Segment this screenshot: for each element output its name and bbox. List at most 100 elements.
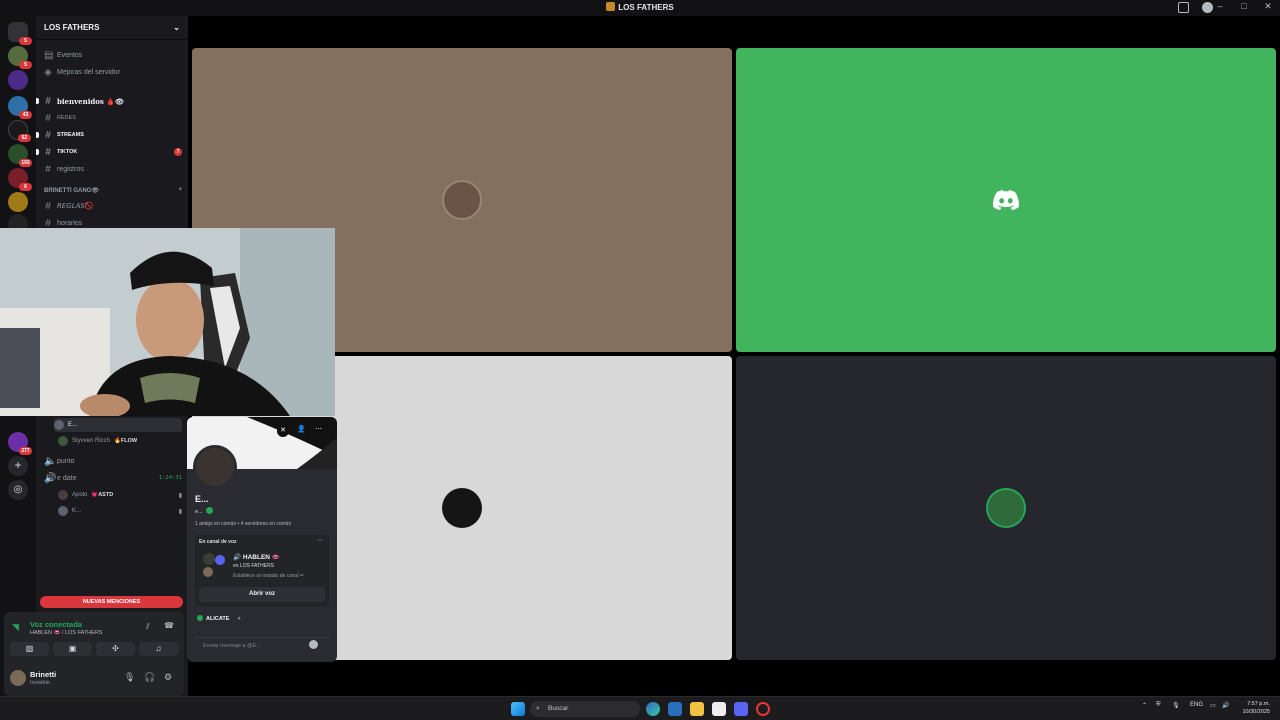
camera-icon: ▮ [178, 508, 182, 515]
add-server-icon[interactable]: + [8, 456, 28, 476]
activity-status[interactable]: ALICATE + [197, 615, 241, 622]
voice-member[interactable]: E... [54, 418, 182, 432]
avatar [442, 180, 482, 220]
network-icon[interactable]: ▭ [1210, 702, 1216, 709]
noise-suppression-icon[interactable]: ⫽ [146, 622, 150, 632]
voice-channel[interactable]: 🔈 punto [42, 454, 182, 468]
server-header[interactable]: LOS FATHERS ⌄ [36, 16, 188, 40]
hash-icon: # [45, 129, 51, 141]
more-icon[interactable]: ⋯ [317, 537, 323, 544]
discord-taskbar-icon[interactable] [734, 702, 748, 716]
disconnect-icon[interactable]: ☎ [164, 621, 174, 630]
voice-member[interactable]: K... ▮ [58, 504, 182, 518]
discord-logo-icon [993, 190, 1019, 210]
profile-display-name: E... [195, 494, 209, 504]
new-mentions-button[interactable]: NUEVAS MENCIONES [40, 596, 183, 608]
avatar[interactable] [10, 670, 26, 686]
close-icon[interactable]: ✕ [277, 425, 289, 437]
close-button[interactable]: ✕ [1262, 1, 1274, 12]
voice-card-label: En canal de voz [199, 539, 237, 545]
mutual-info[interactable]: 1 amigo en común • 4 servidores en común [195, 521, 291, 527]
server-icon[interactable] [8, 70, 28, 90]
soundboard-button[interactable]: ♫ [139, 642, 178, 656]
start-icon[interactable] [511, 702, 525, 716]
set-channel-status[interactable]: Establece un estado de canal ✏ [233, 573, 304, 579]
voice-channel[interactable]: 🔊 e date 1:24:31 [42, 471, 182, 485]
microphone-icon[interactable]: 🎙 [124, 672, 135, 683]
more-icon[interactable]: ⋯ [315, 425, 322, 433]
video-tile[interactable] [736, 356, 1276, 660]
minimize-button[interactable]: – [1214, 1, 1226, 12]
discover-icon[interactable]: ◎ [8, 480, 28, 500]
gear-icon[interactable]: ⚙ [164, 672, 172, 683]
speaker-icon: 🔊 [44, 472, 57, 484]
category-header[interactable]: BRINETTI GANG👁 + [44, 187, 182, 194]
voice-channel-name: 🔊 HABLEN 👄 [233, 554, 280, 561]
headphones-icon[interactable]: 🎧 [144, 672, 155, 683]
hash-icon: # [45, 112, 51, 124]
taskbar-search[interactable]: ⌕ Buscar [530, 701, 640, 717]
channel-item[interactable]: # 𝘙𝘌𝘎𝘓𝘈𝘚🚫 [42, 199, 182, 213]
add-icon[interactable]: + [237, 616, 240, 622]
voice-location[interactable]: HABLEN 👄 / LOS FATHERS [30, 630, 102, 636]
chevron-down-icon: ⌄ [173, 23, 180, 32]
video-tile[interactable] [736, 48, 1276, 352]
channel-item[interactable]: # bienvenidos 🩸👁 [36, 94, 182, 108]
signal-icon: ◥ [12, 622, 19, 632]
verified-icon [206, 507, 214, 514]
capcut-icon[interactable] [712, 702, 726, 716]
server-icon[interactable]: 5 [8, 46, 32, 69]
inbox-icon[interactable] [1178, 2, 1189, 13]
avatar [203, 567, 213, 577]
language-indicator[interactable]: ENG [1190, 702, 1203, 708]
emoji-icon[interactable] [309, 640, 318, 649]
unread-badge: 7 [174, 148, 182, 156]
server-icon[interactable]: 193 [8, 144, 32, 167]
open-voice-button[interactable]: Abrir voz [199, 587, 325, 602]
shield-icon[interactable]: ⛨ [1156, 702, 1161, 709]
add-channel-icon[interactable]: + [178, 187, 182, 194]
streamer-camera-feed [0, 228, 335, 416]
chevron-up-icon[interactable]: ⌃ [1142, 702, 1147, 709]
profile-username: e... [195, 507, 214, 515]
edge-icon[interactable] [646, 702, 660, 716]
microphone-icon[interactable]: 🎙 [1172, 702, 1180, 709]
channel-item[interactable]: # STREAMS [36, 128, 182, 142]
activities-button[interactable]: ✣ [96, 642, 135, 656]
discord-home-icon[interactable]: 5 [8, 22, 32, 45]
camera-off-button[interactable]: ▧ [10, 642, 49, 656]
voice-stage [188, 16, 1280, 696]
volume-icon[interactable]: 🔊 [1222, 702, 1229, 709]
voice-status[interactable]: Voz conectada [30, 620, 82, 629]
server-icon[interactable]: 62 [8, 120, 31, 142]
opera-gx-icon[interactable] [756, 702, 770, 716]
hash-icon: # [45, 163, 51, 175]
nav-server-boosts[interactable]: ◈ Mejoras del servidor [42, 65, 182, 79]
channel-item[interactable]: # TIKTOK 7 [36, 145, 182, 159]
user-panel[interactable]: Brinetti Invisible 🎙 🎧 ⚙ [4, 664, 184, 692]
window-title-bar: LOS FATHERS – □ ✕ [0, 0, 1280, 16]
window-title: LOS FATHERS [0, 2, 1280, 12]
help-icon[interactable] [1202, 2, 1213, 13]
server-icon[interactable]: 277 [8, 432, 32, 455]
maximize-button[interactable]: □ [1238, 1, 1250, 12]
server-icon[interactable] [8, 192, 28, 212]
hash-icon: # [45, 217, 51, 229]
voice-member[interactable]: Apolo 💗ASTD ▮ [58, 488, 182, 502]
server-icon [203, 553, 215, 565]
file-explorer-icon[interactable] [690, 702, 704, 716]
server-icon[interactable]: 6 [8, 168, 32, 191]
nav-events[interactable]: ▤ Eventos [42, 48, 182, 62]
store-icon[interactable] [668, 702, 682, 716]
system-clock[interactable]: 7:57 p.m. 10/30/2025 [1242, 700, 1270, 716]
channel-item[interactable]: # REDES [42, 111, 182, 125]
hash-icon: # [45, 200, 51, 212]
add-friend-icon[interactable]: 👤 [297, 425, 306, 433]
server-icon[interactable]: 43 [8, 96, 32, 119]
voice-member[interactable]: Styvven Ricch 🔥FLOW [58, 434, 182, 448]
channel-item[interactable]: # registros [42, 162, 182, 176]
avatar[interactable] [193, 445, 237, 489]
user-name: Brinetti [30, 670, 57, 679]
voice-channel-card: En canal de voz ⋯ 🔊 HABLEN 👄 en LOS FATH… [195, 535, 329, 607]
screen-share-button[interactable]: ▣ [53, 642, 92, 656]
